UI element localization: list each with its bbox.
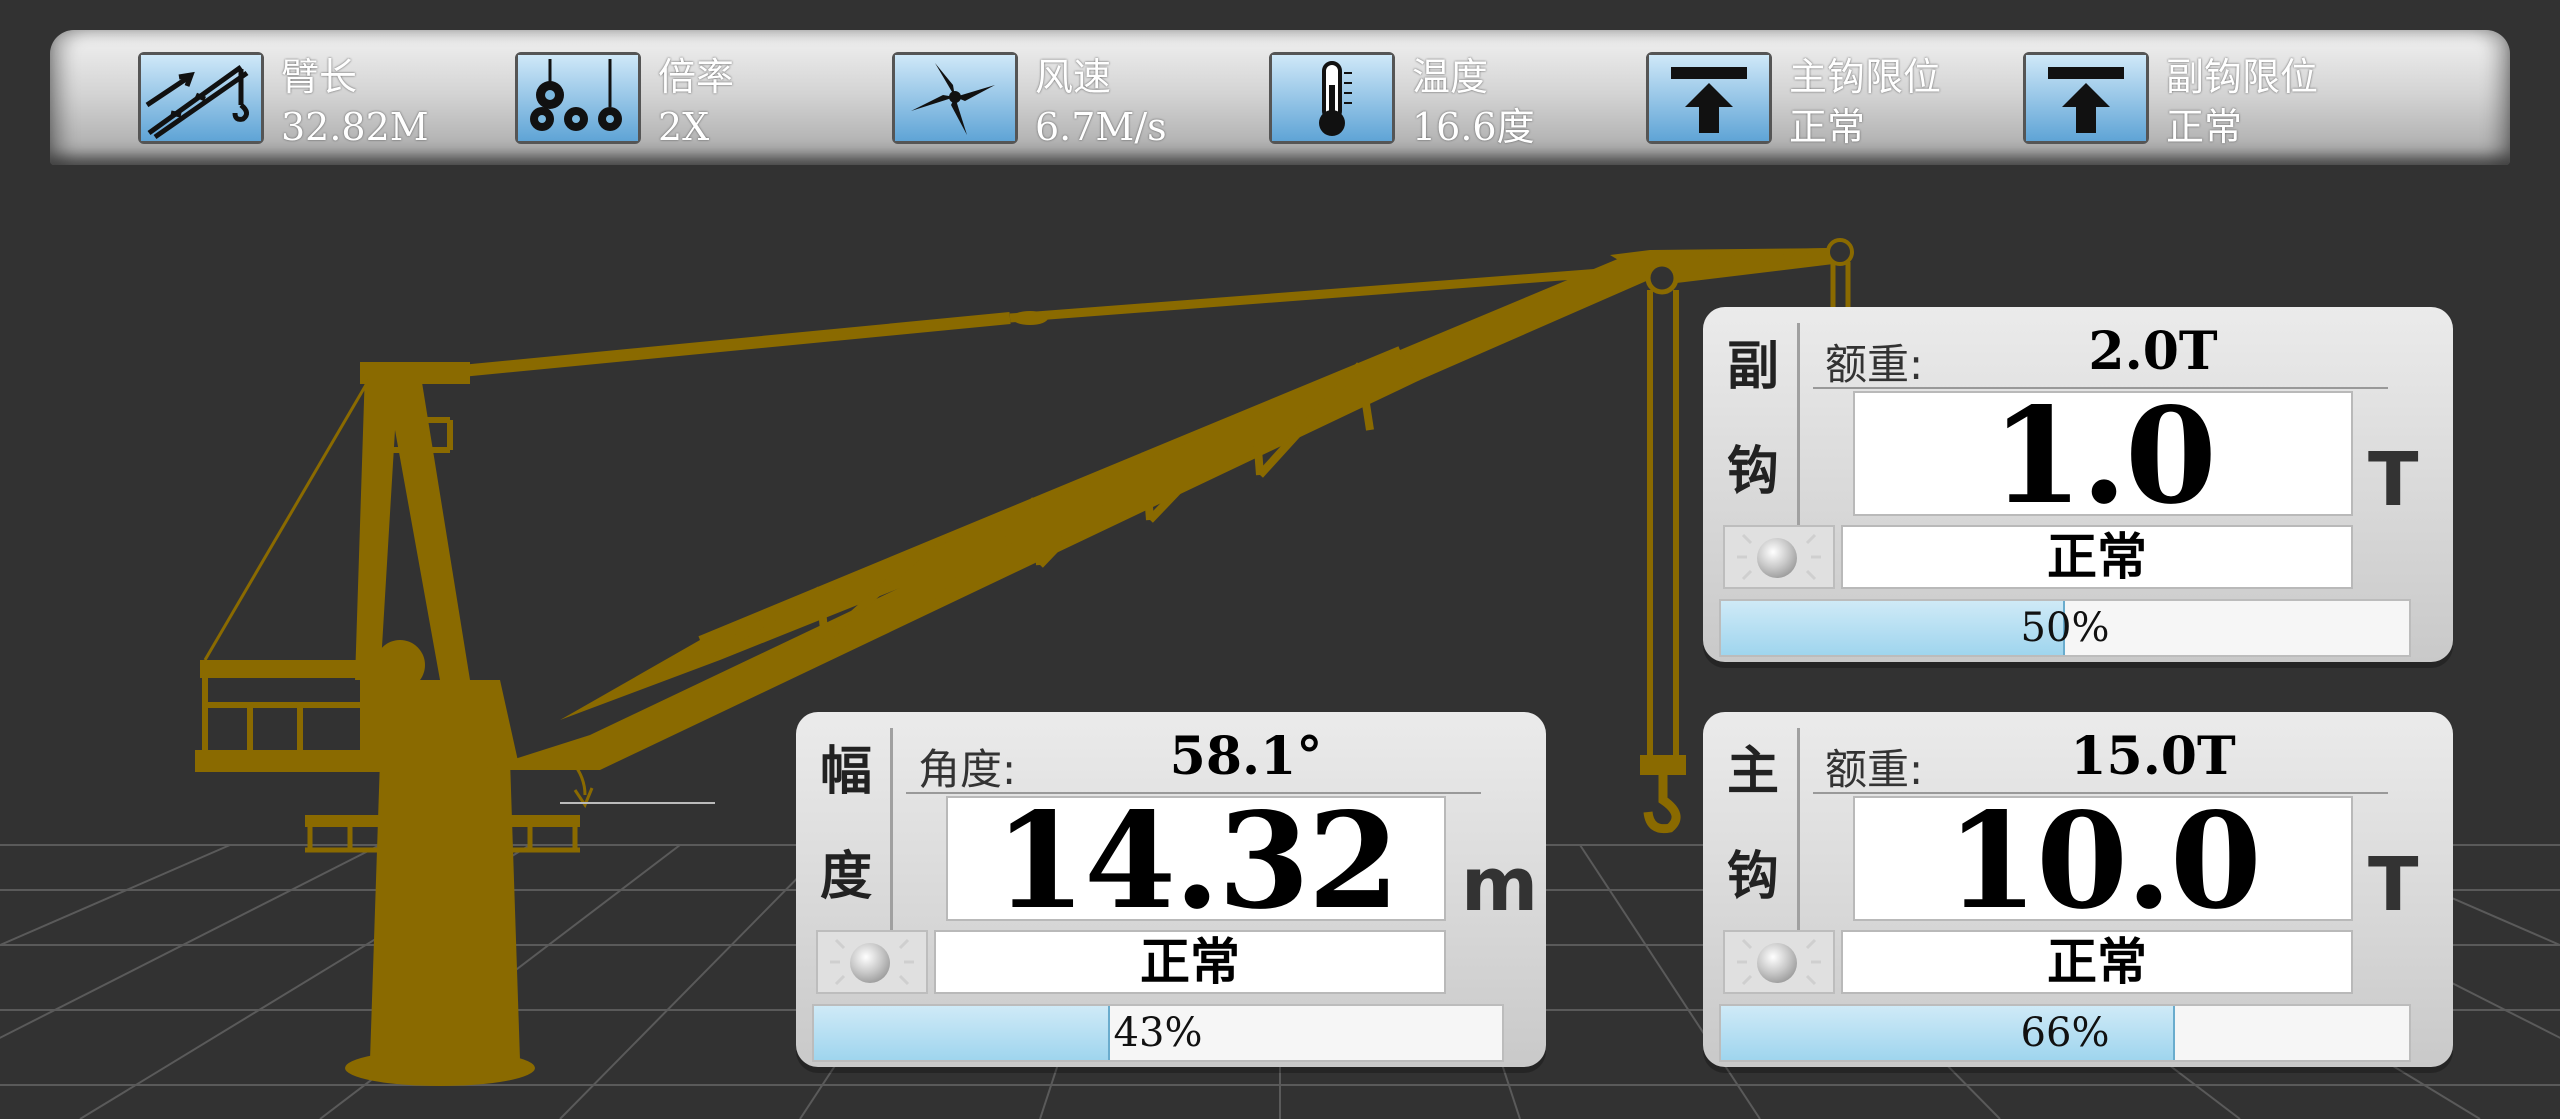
- status-label: 风速: [1035, 55, 1112, 99]
- status-label: 倍率: [658, 55, 735, 99]
- state-text: 正常: [1841, 525, 2353, 589]
- load-progress-bar: 50%: [1719, 599, 2411, 657]
- load-display: 10.0: [1853, 796, 2353, 921]
- panel-title-top: 主: [1726, 742, 1779, 802]
- status-value: 正常: [1789, 105, 1866, 149]
- boom-length-icon: [138, 52, 264, 144]
- lamp-icon: [1757, 538, 1797, 578]
- divider: [890, 728, 893, 934]
- status-value: 32.82M: [281, 105, 429, 149]
- load-value: 10.0: [1946, 796, 2262, 921]
- divider: [1813, 387, 2388, 389]
- status-item-ratio: 倍率 2X: [515, 44, 855, 156]
- panel-title-bottom: 度: [819, 847, 872, 907]
- load-value: 1.0: [1991, 391, 2217, 516]
- status-value: 6.7M/s: [1035, 105, 1167, 149]
- limit-arrow-icon: [1646, 52, 1772, 144]
- lamp-icon: [850, 943, 890, 983]
- main-hook-panel: 主 钩 额重: 15.0T 10.0 T 正常 66%: [1703, 712, 2453, 1067]
- panel-title-top: 副: [1726, 337, 1779, 397]
- status-lamp: [1723, 525, 1835, 589]
- crane-base: [345, 1050, 535, 1086]
- unit-label: m: [1461, 842, 1539, 928]
- status-item-aux-hook-limit: 副钩限位 正常: [2023, 44, 2383, 156]
- rated-weight-value: 15.0T: [2070, 726, 2236, 787]
- load-display: 1.0: [1853, 391, 2353, 516]
- load-progress-bar: 66%: [1719, 1004, 2411, 1062]
- panel-title-bottom: 钩: [1726, 847, 1779, 907]
- status-label: 副钩限位: [2166, 55, 2319, 99]
- pulley-ratio-icon: [515, 52, 641, 144]
- divider: [1797, 728, 1800, 934]
- status-item-main-hook-limit: 主钩限位 正常: [1646, 44, 2006, 156]
- divider: [1797, 323, 1800, 529]
- crane-column: [370, 760, 520, 1060]
- unit-label: T: [2368, 437, 2419, 523]
- progress-text: 43%: [1113, 1010, 1203, 1056]
- progress-text: 66%: [2020, 1010, 2110, 1056]
- status-item-boom-length: 臂长 32.82M: [138, 44, 478, 156]
- lamp-icon: [1757, 943, 1797, 983]
- status-value: 2X: [658, 105, 710, 149]
- unit-label: T: [2368, 842, 2419, 928]
- state-text: 正常: [934, 930, 1446, 994]
- status-value: 正常: [2166, 105, 2243, 149]
- limit-arrow-icon: [2023, 52, 2149, 144]
- angle-label: 角度:: [918, 745, 1017, 794]
- status-label: 臂长: [281, 55, 358, 99]
- rated-weight-label: 额重:: [1825, 340, 1924, 389]
- state-text: 正常: [1841, 930, 2353, 994]
- amplitude-panel: 幅 度 角度: 58.1° 14.32 m 正常 43%: [796, 712, 1546, 1067]
- amplitude-progress-bar: 43%: [812, 1004, 1504, 1062]
- angle-value: 58.1°: [1169, 726, 1323, 787]
- status-item-wind-speed: 风速 6.7M/s: [892, 44, 1232, 156]
- status-bar: 臂长 32.82M 倍率 2X 风速 6.7M/s 温度 16.6度 主钩限位 …: [50, 30, 2510, 165]
- amplitude-display: 14.32: [946, 796, 1446, 921]
- status-label: 温度: [1412, 55, 1489, 99]
- panel-title-bottom: 钩: [1726, 442, 1779, 502]
- status-value: 16.6度: [1412, 105, 1535, 149]
- divider: [906, 792, 1481, 794]
- rated-weight-value: 2.0T: [2088, 321, 2218, 382]
- progress-text: 50%: [2020, 605, 2110, 651]
- status-lamp: [816, 930, 928, 994]
- status-label: 主钩限位: [1789, 55, 1942, 99]
- status-item-temperature: 温度 16.6度: [1269, 44, 1609, 156]
- panel-title-top: 幅: [819, 742, 872, 802]
- rated-weight-label: 额重:: [1825, 745, 1924, 794]
- amplitude-value: 14.32: [994, 796, 1399, 921]
- aux-hook-panel: 副 钩 额重: 2.0T 1.0 T 正常 50%: [1703, 307, 2453, 662]
- thermometer-icon: [1269, 52, 1395, 144]
- windmill-icon: [892, 52, 1018, 144]
- status-lamp: [1723, 930, 1835, 994]
- divider: [1813, 792, 2388, 794]
